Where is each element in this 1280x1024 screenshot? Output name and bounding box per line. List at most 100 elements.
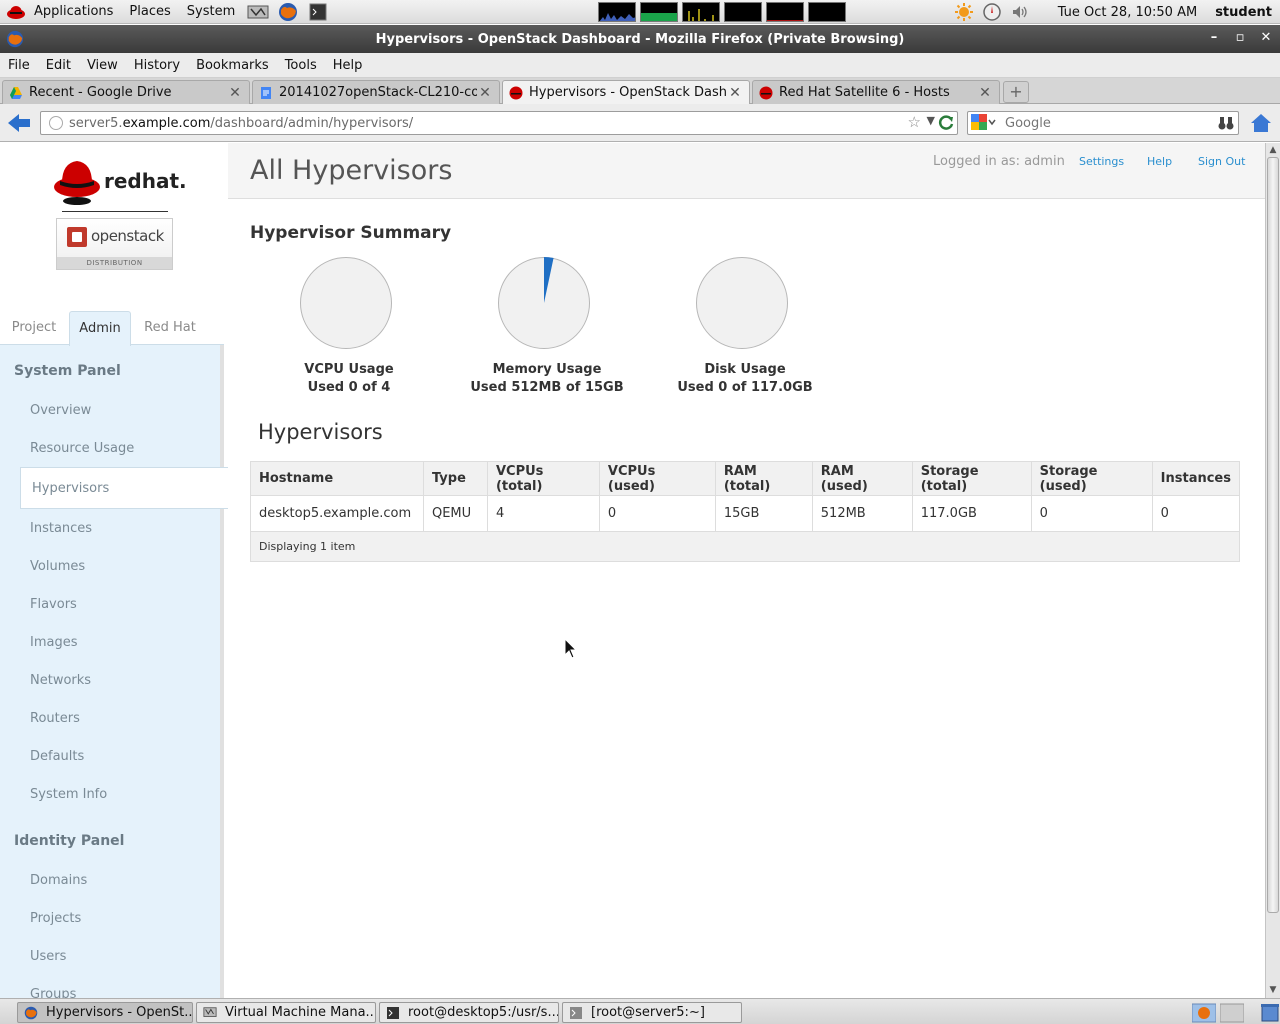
firefox-window-icon[interactable] (6, 30, 24, 48)
search-engine-selector[interactable] (971, 113, 1001, 133)
tab-satellite-hosts[interactable]: Red Hat Satellite 6 - Hosts ✕ (752, 80, 1000, 104)
taskbar-item-terminal-desktop5[interactable]: root@desktop5:/usr/s... (379, 1002, 559, 1023)
reload-icon[interactable] (937, 114, 955, 132)
new-tab-button[interactable]: + (1003, 81, 1029, 103)
tab-hypervisors[interactable]: Hypervisors - OpenStack Dash... ✕ (502, 80, 750, 104)
sidebar-item-resource-usage[interactable]: Resource Usage (30, 441, 134, 456)
site-identity-icon[interactable] (49, 116, 63, 130)
close-window-button[interactable]: ✕ (1258, 29, 1274, 47)
sidebar-item-domains[interactable]: Domains (30, 873, 87, 888)
sidebar-item-system-info[interactable]: System Info (30, 787, 107, 802)
places-menu[interactable]: Places (121, 0, 178, 24)
back-arrow-icon[interactable] (6, 111, 32, 135)
cell-type: QEMU (422, 495, 488, 532)
vertical-scrollbar[interactable]: ▲ ▼ (1265, 143, 1280, 998)
search-bar[interactable] (967, 111, 1239, 135)
tab-close-icon[interactable]: ✕ (727, 85, 743, 101)
column-header[interactable]: Instances (1151, 461, 1241, 496)
url-history-dropdown-icon[interactable]: ▼ (927, 114, 935, 127)
taskbar-item-firefox[interactable]: Hypervisors - OpenSt... (17, 1002, 193, 1023)
help-link[interactable]: Help (1147, 155, 1172, 168)
vm-manager-icon (203, 1006, 217, 1017)
tab-project[interactable]: Project (6, 311, 62, 345)
menu-help[interactable]: Help (325, 58, 371, 73)
minimize-button[interactable]: – (1206, 29, 1222, 47)
sidebar-item-networks[interactable]: Networks (30, 673, 91, 688)
tab-admin[interactable]: Admin (69, 311, 131, 346)
table-row: desktop5.example.com QEMU 4 0 15GB 512MB… (250, 495, 1241, 532)
url-bar[interactable]: server5.example.com/dashboard/admin/hype… (40, 111, 958, 135)
applications-menu[interactable]: Applications (26, 0, 121, 24)
column-header[interactable]: Storage (used) (1030, 461, 1153, 496)
workspace-1-icon[interactable] (1192, 1003, 1216, 1023)
workspace-2-icon[interactable] (1220, 1003, 1244, 1023)
sidebar-item-hypervisors[interactable]: Hypervisors (20, 467, 228, 509)
menu-history[interactable]: History (126, 58, 188, 73)
column-header[interactable]: VCPUs (used) (598, 461, 716, 496)
system-menu[interactable]: System (179, 0, 243, 24)
menu-edit[interactable]: Edit (38, 58, 79, 73)
vcpu-usage-pie (300, 257, 392, 349)
search-input[interactable] (1005, 115, 1205, 131)
hypervisor-summary-title: Hypervisor Summary (250, 223, 452, 243)
sidebar-item-volumes[interactable]: Volumes (30, 559, 85, 574)
cell-vcpus-used: 0 (598, 495, 716, 532)
menu-tools[interactable]: Tools (277, 58, 325, 73)
settings-link[interactable]: Settings (1079, 155, 1124, 168)
terminal-launcher-icon[interactable] (307, 2, 329, 22)
identity-panel-heading[interactable]: Identity Panel (14, 833, 124, 849)
redhat-menu-icon[interactable] (6, 3, 26, 21)
tab-close-icon[interactable]: ✕ (227, 85, 243, 101)
tab-red-hat[interactable]: Red Hat (138, 311, 202, 345)
panel-user-name[interactable]: student (1215, 5, 1272, 20)
scrollbar-thumb[interactable] (1267, 157, 1279, 913)
sidebar-item-users[interactable]: Users (30, 949, 66, 964)
column-header[interactable]: RAM (total) (714, 461, 813, 496)
tab-google-doc[interactable]: 20141027openStack-CL210-cou... ✕ (252, 80, 500, 104)
sidebar-item-routers[interactable]: Routers (30, 711, 80, 726)
scroll-up-arrow-icon[interactable]: ▲ (1268, 145, 1278, 155)
taskbar-item-terminal-server5[interactable]: [root@server5:~] (562, 1002, 742, 1023)
sidebar-item-groups[interactable]: Groups (30, 987, 76, 998)
scroll-down-arrow-icon[interactable]: ▼ (1268, 985, 1278, 995)
sidebar-item-projects[interactable]: Projects (30, 911, 81, 926)
firefox-launcher-icon[interactable] (277, 2, 299, 22)
search-binoculars-icon[interactable] (1218, 115, 1234, 131)
sidebar-item-flavors[interactable]: Flavors (30, 597, 77, 612)
url-text[interactable]: server5.example.com/dashboard/admin/hype… (69, 116, 413, 131)
tab-close-icon[interactable]: ✕ (977, 85, 993, 101)
column-header[interactable]: Storage (total) (911, 461, 1032, 496)
workspace-switcher[interactable] (1192, 1002, 1280, 1023)
update-notifier-icon[interactable] (953, 1, 975, 23)
sidebar-item-images[interactable]: Images (30, 635, 78, 650)
cpu-monitor (598, 2, 636, 22)
bookmark-star-icon[interactable]: ☆ (908, 113, 921, 131)
tab-google-drive[interactable]: Recent - Google Drive ✕ (2, 80, 250, 104)
column-header[interactable]: VCPUs (total) (486, 461, 600, 496)
column-header[interactable]: Type (422, 461, 488, 496)
system-monitor-applets[interactable] (598, 2, 846, 22)
volume-icon[interactable] (1009, 1, 1031, 23)
clock-applet-icon[interactable] (981, 1, 1003, 23)
vcpu-usage-detail: Used 0 of 4 (307, 380, 391, 395)
panel-clock[interactable]: Tue Oct 28, 10:50 AM (1058, 5, 1197, 20)
menu-view[interactable]: View (79, 58, 126, 73)
column-header[interactable]: Hostname (250, 461, 424, 496)
home-icon[interactable] (1250, 112, 1272, 134)
trash-icon[interactable] (1260, 1003, 1280, 1023)
tab-close-icon[interactable]: ✕ (477, 85, 493, 101)
sidebar-item-instances[interactable]: Instances (30, 521, 92, 536)
system-panel-heading[interactable]: System Panel (14, 363, 121, 379)
maximize-button[interactable]: ▫ (1232, 29, 1248, 47)
menu-bookmarks[interactable]: Bookmarks (188, 58, 277, 73)
sidebar-item-overview[interactable]: Overview (30, 403, 91, 418)
vm-manager-launcher-icon[interactable] (247, 2, 269, 22)
sidebar-item-defaults[interactable]: Defaults (30, 749, 84, 764)
column-header[interactable]: RAM (used) (811, 461, 913, 496)
sign-out-link[interactable]: Sign Out (1198, 155, 1245, 168)
menu-file[interactable]: File (0, 58, 38, 73)
window-titlebar[interactable]: Hypervisors - OpenStack Dashboard - Mozi… (0, 25, 1280, 53)
vcpu-usage-label: VCPU Usage (304, 362, 394, 377)
taskbar-item-virt-manager[interactable]: Virtual Machine Mana... (196, 1002, 376, 1023)
redhat-shadowman-logo[interactable] (52, 157, 102, 205)
